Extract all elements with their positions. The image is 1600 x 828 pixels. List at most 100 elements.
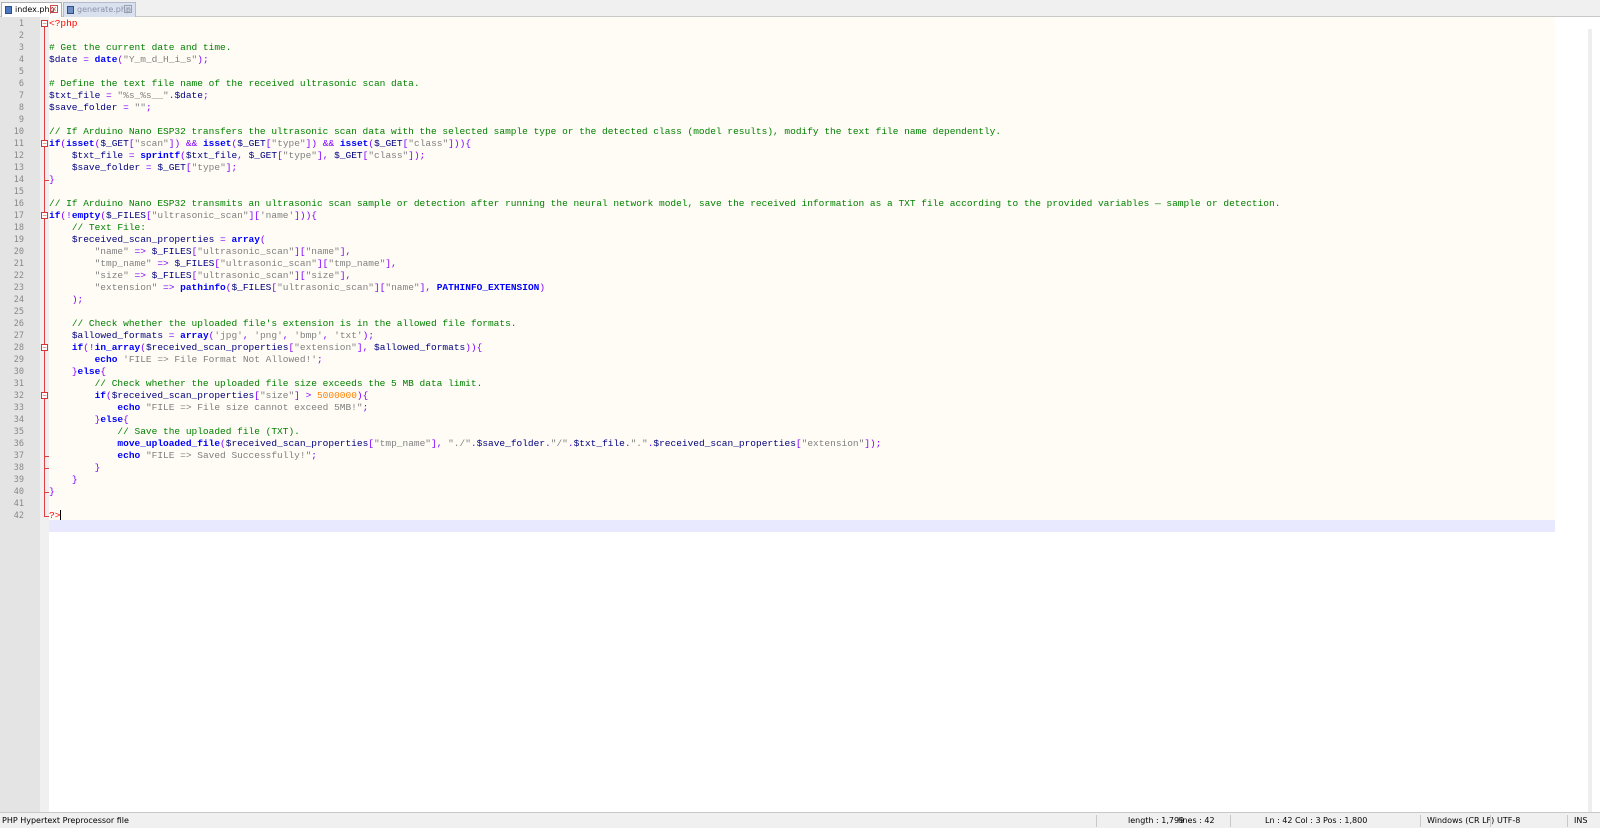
code-token: ]);: [864, 438, 882, 449]
code-token: (: [259, 234, 266, 245]
code-token: ])){: [294, 210, 318, 221]
line-number: 23: [13, 283, 24, 293]
code-line[interactable]: if(!empty($_FILES["ultrasonic_scan"]['na…: [49, 210, 317, 222]
code-line[interactable]: );: [49, 294, 83, 306]
code-line[interactable]: // Text File:: [49, 222, 146, 234]
code-line[interactable]: "extension" => pathinfo($_FILES["ultraso…: [49, 282, 545, 294]
code-token: (!: [83, 342, 95, 353]
code-line[interactable]: echo "FILE => File size cannot exceed 5M…: [49, 402, 368, 414]
fold-toggle-icon[interactable]: −: [41, 392, 48, 399]
code-line[interactable]: $save_folder = $_GET["type"];: [49, 162, 237, 174]
code-line[interactable]: $allowed_formats = array('jpg', 'png', '…: [49, 330, 374, 342]
code-token: "": [134, 102, 146, 113]
code-line[interactable]: }: [49, 462, 101, 474]
code-token: $_FILES: [174, 258, 215, 269]
code-token: ],: [385, 258, 397, 269]
status-file-type: PHP Hypertext Preprocessor file: [2, 816, 129, 825]
tab-index-php[interactable]: index.php ×: [1, 2, 62, 17]
code-line[interactable]: # Define the text file name of the recei…: [49, 78, 420, 90]
code-line[interactable]: $txt_file = sprintf($txt_file, $_GET["ty…: [49, 150, 426, 162]
code-line[interactable]: // Check whether the uploaded file size …: [49, 378, 483, 390]
vertical-scrollbar[interactable]: [1588, 29, 1592, 815]
line-number: 26: [13, 319, 24, 329]
line-number: 39: [13, 475, 24, 485]
code-line[interactable]: // If Arduino Nano ESP32 transmits an ul…: [49, 198, 1280, 210]
code-token: echo: [117, 450, 141, 461]
code-line[interactable]: // Check whether the uploaded file's ext…: [49, 318, 517, 330]
code-token: "name": [305, 246, 340, 257]
fold-toggle-icon[interactable]: −: [41, 344, 48, 351]
fold-toggle-icon[interactable]: −: [41, 140, 48, 147]
code-token: $received_scan_properties: [225, 438, 369, 449]
fold-guide-line: [44, 399, 45, 456]
code-line[interactable]: if(isset($_GET["scan"]) && isset($_GET["…: [49, 138, 471, 150]
code-line[interactable]: }: [49, 474, 78, 486]
status-eol[interactable]: Windows (CR LF): [1427, 813, 1494, 828]
code-line[interactable]: // Save the uploaded file (TXT).: [49, 426, 300, 438]
code-line[interactable]: "tmp_name" => $_FILES["ultrasonic_scan"]…: [49, 258, 397, 270]
close-tab-icon[interactable]: ×: [124, 5, 132, 13]
code-token: $received_scan_properties: [111, 390, 255, 401]
code-line[interactable]: # Get the current date and time.: [49, 42, 231, 54]
code-token: =: [163, 330, 181, 341]
code-token: ][: [316, 258, 329, 269]
line-number: 1: [18, 19, 24, 29]
code-line[interactable]: echo "FILE => Saved Successfully!";: [49, 450, 317, 462]
code-line[interactable]: echo 'FILE => File Format Not Allowed!';: [49, 354, 323, 366]
code-line[interactable]: // If Arduino Nano ESP32 transfers the u…: [49, 126, 1001, 138]
code-line[interactable]: $save_folder = "";: [49, 102, 152, 114]
code-line[interactable]: }else{: [49, 366, 106, 378]
code-line[interactable]: "name" => $_FILES["ultrasonic_scan"]["na…: [49, 246, 352, 258]
code-token: "tmp_name": [328, 258, 386, 269]
line-number: 37: [13, 451, 24, 461]
code-token: 'jpg': [214, 330, 243, 341]
code-token: ".": [630, 438, 648, 449]
code-line[interactable]: $txt_file = "%s_%s__".$date;: [49, 90, 209, 102]
code-line[interactable]: ?>: [49, 510, 62, 522]
status-encoding[interactable]: UTF-8: [1497, 813, 1520, 828]
text-caret: [60, 510, 62, 521]
code-line[interactable]: }else{: [49, 414, 129, 426]
code-editor[interactable]: <?php # Get the current date and time. $da…: [49, 17, 1600, 815]
fold-toggle-icon[interactable]: −: [41, 20, 48, 27]
code-token: "type": [282, 150, 318, 161]
code-token: $date: [174, 90, 203, 101]
code-token: 'bmp': [294, 330, 323, 341]
code-token: // Text File:: [71, 222, 146, 233]
status-insert-mode: INS: [1574, 816, 1588, 825]
code-token: $_GET: [237, 138, 266, 149]
code-token: $_FILES: [106, 210, 146, 221]
code-line[interactable]: "size" => $_FILES["ultrasonic_scan"]["si…: [49, 270, 352, 282]
code-token: }: [94, 462, 101, 473]
fold-toggle-icon[interactable]: −: [41, 212, 48, 219]
tab-generate-php[interactable]: generate.php ×: [63, 2, 136, 17]
code-token: // If Arduino Nano ESP32 transfers the u…: [49, 126, 1002, 137]
code-line[interactable]: }: [49, 486, 55, 498]
code-token: // Save the uploaded file (TXT).: [117, 426, 300, 437]
code-token: # Define the text file name of the recei…: [49, 78, 420, 89]
code-token: "tmp_name": [373, 438, 431, 449]
code-token: "ultrasonic_scan": [197, 270, 295, 281]
code-line[interactable]: move_uploaded_file($received_scan_proper…: [49, 438, 881, 450]
close-tab-icon[interactable]: ×: [50, 5, 58, 13]
code-line[interactable]: if(!in_array($received_scan_properties["…: [49, 342, 483, 354]
code-token: "%s_%s__": [117, 90, 169, 101]
line-number: 30: [13, 367, 24, 377]
code-line[interactable]: <?php: [49, 18, 78, 30]
code-line[interactable]: $received_scan_properties = array(: [49, 234, 266, 246]
code-line[interactable]: if($received_scan_properties["size"] > 5…: [49, 390, 369, 402]
code-line[interactable]: }: [49, 174, 55, 186]
code-line[interactable]: $date = date("Y_m_d_H_i_s");: [49, 54, 209, 66]
code-token: $txt_file: [573, 438, 625, 449]
code-token: ;: [311, 450, 317, 461]
code-token: date: [94, 54, 118, 65]
code-token: ]);: [408, 150, 426, 161]
line-number: 10: [13, 127, 24, 137]
code-token: if: [49, 210, 61, 221]
